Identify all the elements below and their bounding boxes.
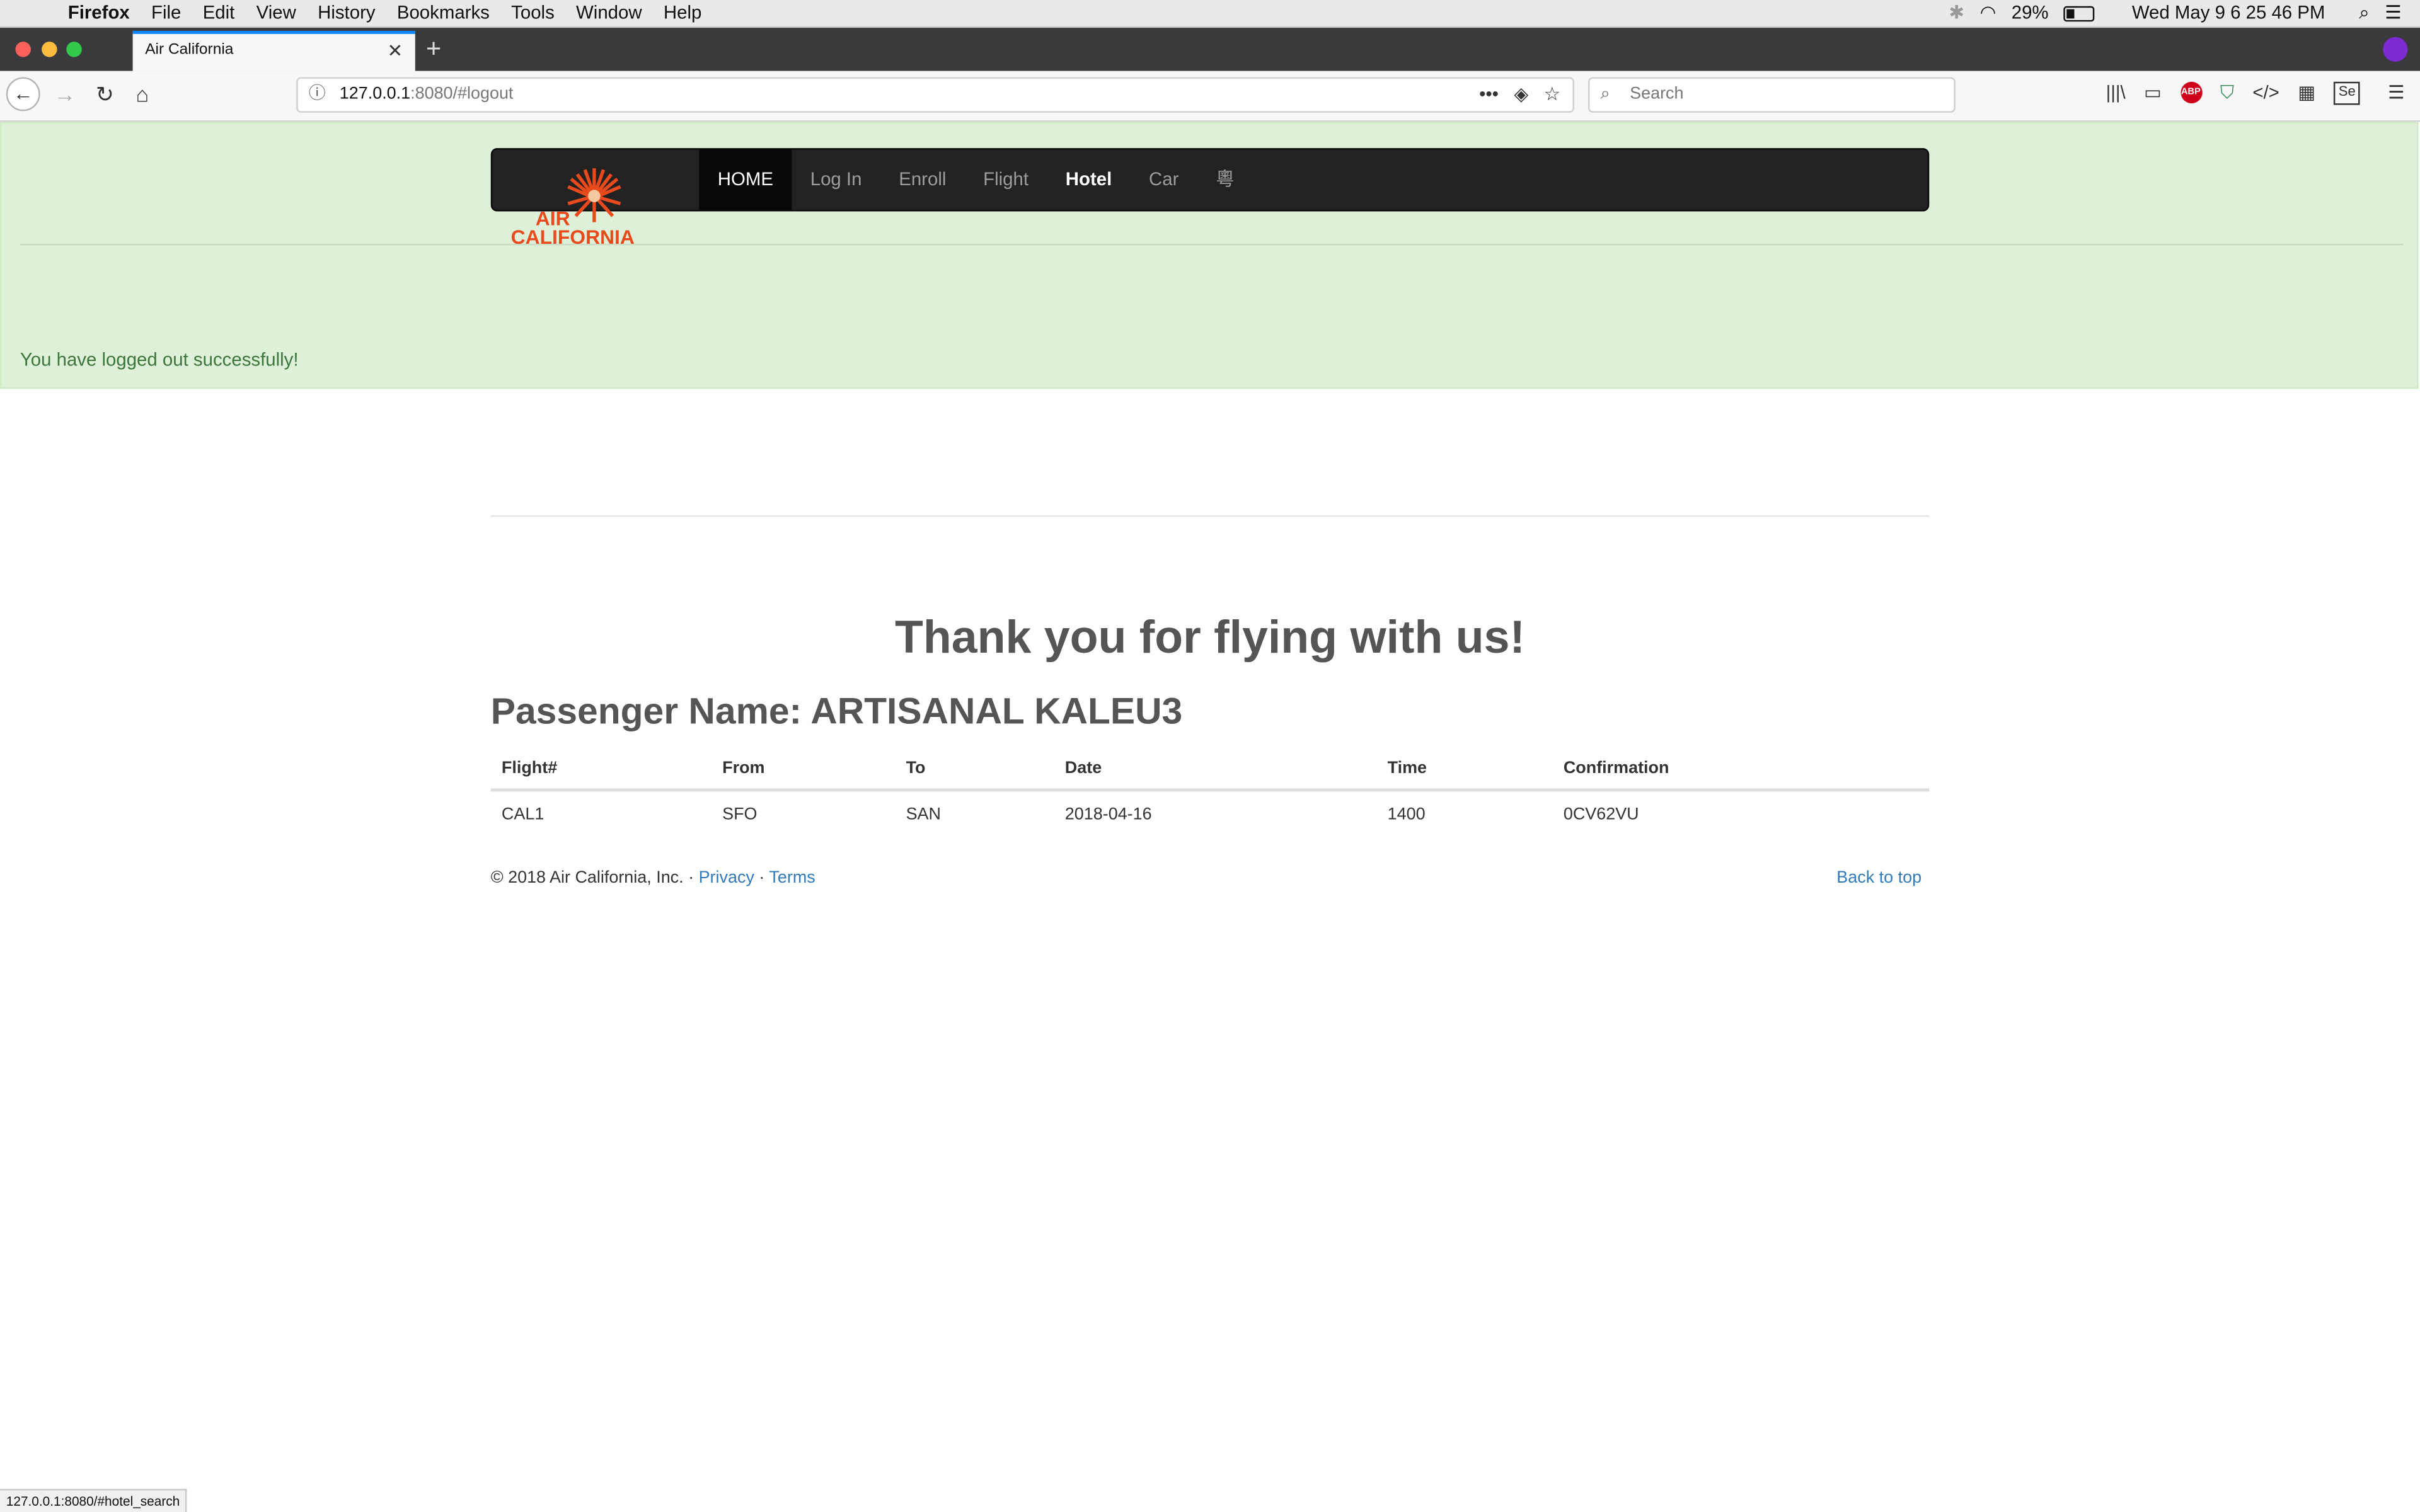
bluetooth-icon[interactable]: ✱ [1949,0,1964,26]
search-placeholder: Search [1630,84,1684,104]
url-host: 127.0.0.1 [339,84,411,104]
private-browsing-icon [2383,37,2408,62]
nav-enroll[interactable]: Enroll [880,150,965,210]
home-button[interactable]: ⌂ [136,82,149,106]
nav-login[interactable]: Log In [792,150,880,210]
alert-message: You have logged out successfully! [20,348,299,370]
passenger-name: Passenger Name: ARTISANAL KALEU3 [490,691,1183,733]
minimize-window-icon[interactable] [42,42,57,57]
forward-button[interactable]: → [54,82,76,106]
close-window-icon[interactable] [15,42,31,57]
flight-table: Flight# From To Date Time Confirmation C… [490,751,1930,833]
menu-view[interactable]: View [256,0,296,26]
zoom-window-icon[interactable] [66,42,82,57]
site-navbar: AIR CALIFORNIA HOME Log In Enroll Flight… [490,148,1930,247]
air-california-logo[interactable]: AIR CALIFORNIA [508,162,681,247]
menu-tools[interactable]: Tools [511,0,555,26]
spotlight-icon[interactable]: ⌕ [2359,0,2369,26]
nav-car[interactable]: Car [1131,150,1197,210]
privacy-link[interactable]: Privacy [699,869,754,887]
menu-window[interactable]: Window [576,0,642,26]
url-bar[interactable]: ⓘ 127.0.0.1:8080/#logout ••• ◈ ☆ [296,77,1574,113]
col-time: Time [1376,751,1553,792]
nav-home[interactable]: HOME [699,149,792,210]
page-title: Thank you for flying with us! [894,612,1525,664]
url-text[interactable]: 127.0.0.1:8080/#logout [340,79,514,111]
col-confirmation: Confirmation [1552,751,1930,792]
col-to: To [895,751,1054,792]
browser-toolbar: ← → ↻ ⌂ ⓘ 127.0.0.1:8080/#logout ••• ◈ ☆… [0,71,2420,122]
status-bar-url: 127.0.0.1:8080/#hotel_search [0,1489,188,1512]
col-date: Date [1054,751,1377,792]
alert-divider [20,243,2404,246]
menu-app-name[interactable]: Firefox [68,0,130,26]
reload-button[interactable]: ↻ [96,82,114,106]
mac-menu-bar: Firefox File Edit View History Bookmarks… [0,0,2420,28]
nav-links: HOME Log In Enroll Flight Hotel Car 粵 [699,149,1253,210]
battery-percent: 29% [2011,1,2049,23]
url-path: :8080/#logout [410,84,514,104]
bookmark-star-icon[interactable]: ☆ [1544,79,1560,111]
notification-center-icon[interactable]: ☰ [2385,0,2401,26]
library-icon[interactable]: |||\ [2106,82,2126,105]
shield-icon[interactable]: ⛉ [2220,82,2234,105]
selenium-icon[interactable]: Se [2334,81,2361,105]
cell-from: SFO [722,805,758,824]
menu-edit[interactable]: Edit [203,0,235,26]
status-area: ✱ ◠ 29% Wed May 9 6 25 46 PM ⌕ ☰ [1949,0,2401,26]
clock[interactable]: Wed May 9 6 25 46 PM [2132,0,2325,26]
site-info-icon[interactable]: ⓘ [309,79,326,111]
cell-time: 1400 [1387,805,1426,824]
menu-history[interactable]: History [318,0,375,26]
close-tab-icon[interactable]: ✕ [388,34,403,68]
grid-icon[interactable]: ▦ [2298,82,2315,105]
cell-to: SAN [906,805,941,824]
tab-strip: Air California ✕ + [0,28,2420,71]
adblock-icon[interactable]: ABP [2180,81,2202,104]
table-header-row: Flight# From To Date Time Confirmation [490,751,1930,792]
hamburger-menu-icon[interactable]: ☰ [2388,82,2404,105]
search-icon: ⌕ [1600,84,1610,104]
brand-line-2: CALIFORNIA [511,226,635,247]
copyright: © 2018 Air California, Inc. · [490,868,694,888]
sidebar-icon[interactable]: ▭ [2144,82,2162,105]
code-icon[interactable]: </> [2252,82,2279,105]
cell-flight: CAL1 [501,805,544,824]
app-menus: Firefox File Edit View History Bookmarks… [68,0,723,26]
new-tab-button[interactable]: + [426,32,441,66]
back-button[interactable]: ← [6,77,40,112]
footer: © 2018 Air California, Inc. · Privacy · … [491,869,815,887]
col-flight: Flight# [490,751,712,792]
battery-icon[interactable] [2064,5,2095,21]
col-from: From [711,751,896,792]
tab-air-california[interactable]: Air California ✕ [132,30,415,71]
tab-title: Air California [145,42,234,59]
search-input[interactable]: ⌕ Search [1588,77,1956,113]
back-to-top-link[interactable]: Back to top [1836,869,1922,887]
page-content: You have logged out successfully! AIR CA… [0,122,2420,1512]
nav-flight[interactable]: Flight [965,150,1047,210]
page-actions-icon[interactable]: ••• [1479,79,1499,111]
table-row: CAL1 SFO SAN 2018-04-16 1400 0CV62VU [491,790,1929,833]
cell-confirmation: 0CV62VU [1563,805,1639,824]
menu-help[interactable]: Help [664,0,701,26]
screen: Firefox File Edit View History Bookmarks… [0,0,2420,1512]
footer-separator: · [759,868,765,888]
nav-language[interactable]: 粵 [1197,150,1253,210]
menu-file[interactable]: File [151,0,181,26]
terms-link[interactable]: Terms [769,869,815,887]
wifi-icon[interactable]: ◠ [1980,0,1997,26]
url-actions: ••• ◈ ☆ [1479,79,1560,111]
cell-date: 2018-04-16 [1064,805,1152,824]
toolbar-extensions: |||\ ▭ ABP ⛉ </> ▦ Se ☰ [2106,81,2405,105]
nav-hotel[interactable]: Hotel [1047,150,1130,210]
menu-bookmarks[interactable]: Bookmarks [397,0,490,26]
content-divider [490,515,1930,517]
pocket-icon[interactable]: ◈ [1514,79,1528,111]
